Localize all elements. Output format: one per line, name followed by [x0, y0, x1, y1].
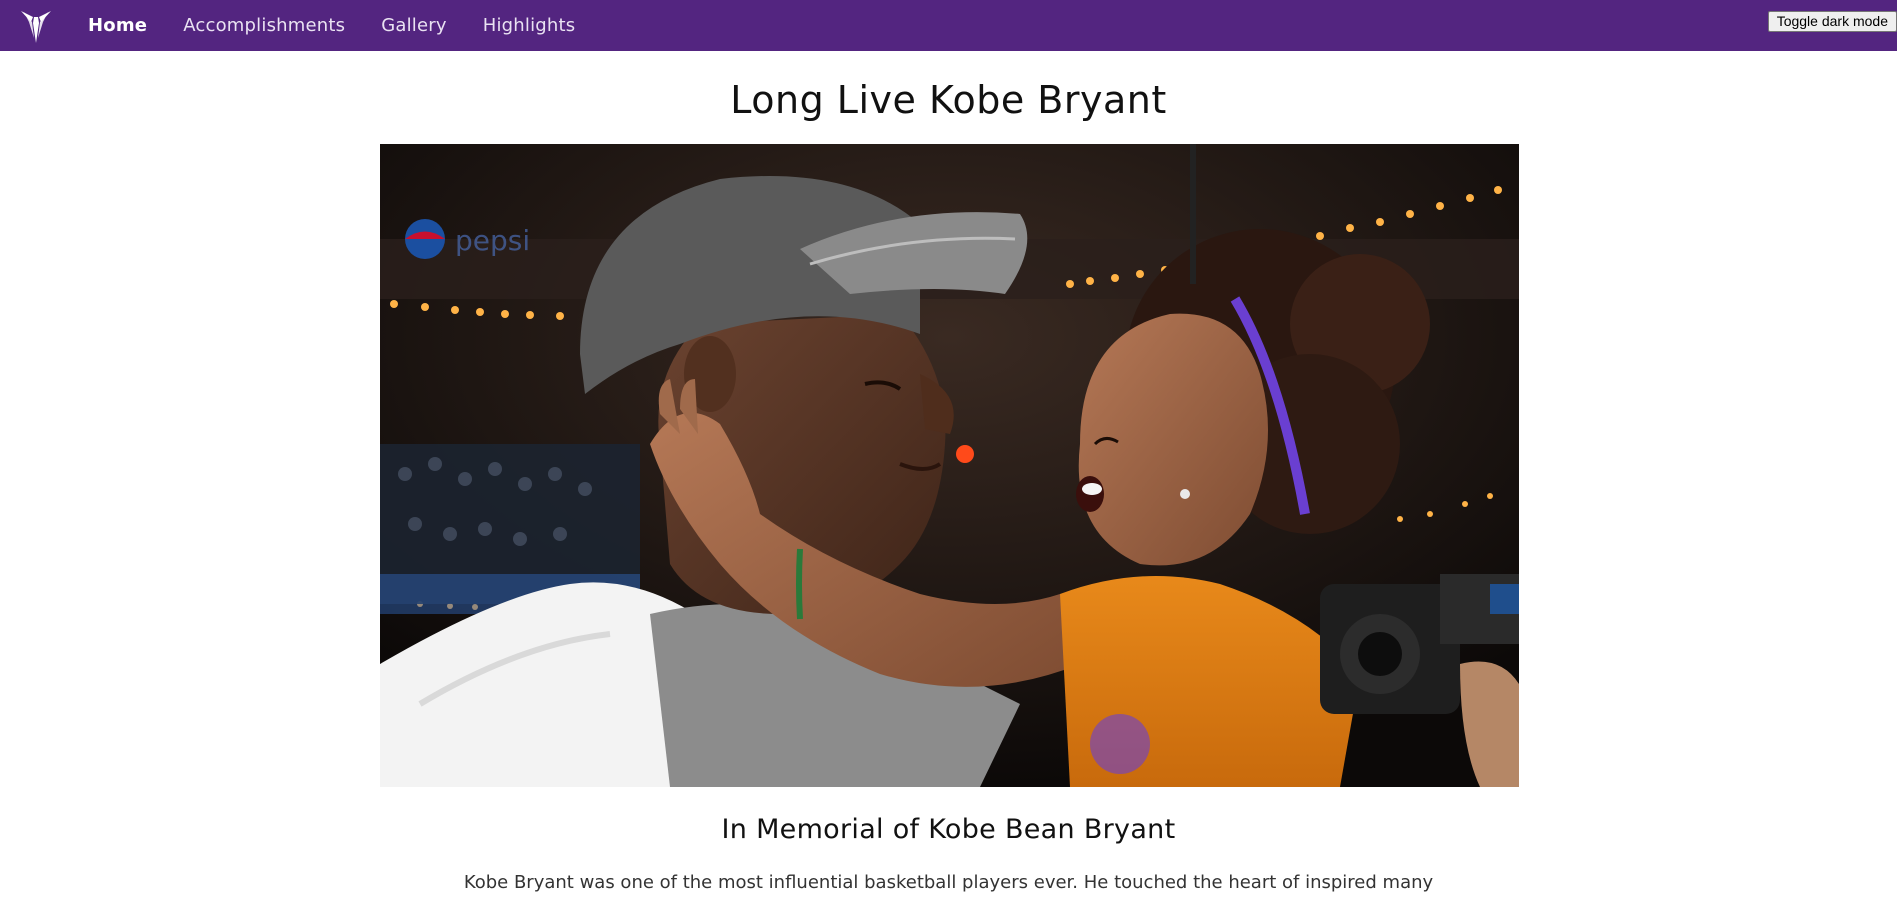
toggle-dark-mode-button[interactable]: Toggle dark mode — [1767, 11, 1897, 32]
nav-gallery-link[interactable]: Gallery — [381, 15, 447, 36]
page-title: Long Live Kobe Bryant — [730, 78, 1167, 122]
memorial-subtitle: In Memorial of Kobe Bean Bryant — [721, 814, 1176, 845]
hero-image: pepsi — [380, 144, 1519, 787]
main-content: Long Live Kobe Bryant pepsi In Memorial … — [0, 51, 1897, 893]
intro-paragraph: Kobe Bryant was one of the most influent… — [463, 872, 1434, 893]
nav-accomplishments-link[interactable]: Accomplishments — [183, 15, 345, 36]
nav-links: Home Accomplishments Gallery Highlights — [88, 15, 575, 36]
nav-home-link[interactable]: Home — [88, 15, 147, 36]
svg-text:pepsi: pepsi — [455, 224, 530, 257]
nav-highlights-link[interactable]: Highlights — [483, 15, 576, 36]
top-navbar: Home Accomplishments Gallery Highlights … — [0, 0, 1897, 51]
logo-icon[interactable] — [16, 6, 56, 46]
